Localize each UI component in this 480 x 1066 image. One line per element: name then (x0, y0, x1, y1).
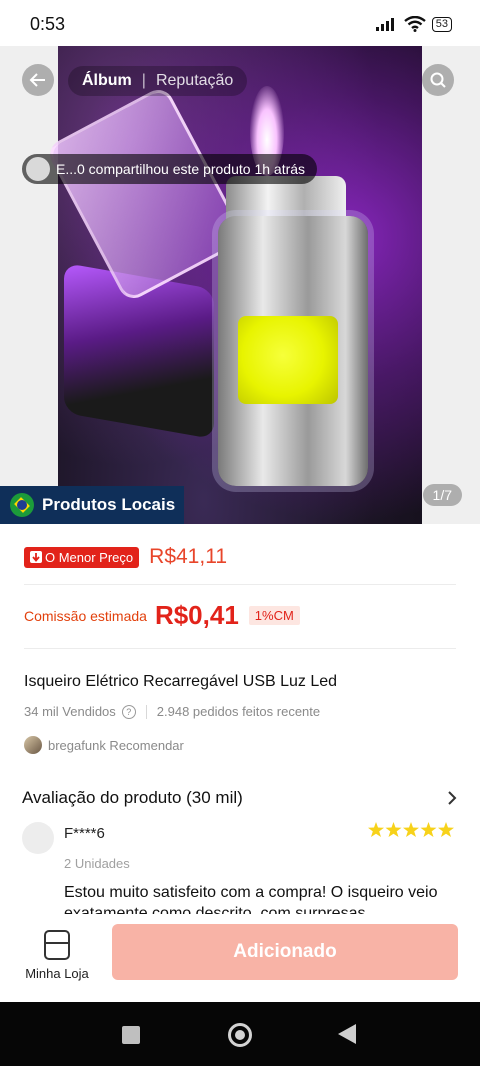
home-button[interactable] (228, 1023, 252, 1047)
recents-button[interactable] (122, 1026, 140, 1044)
brazil-flag-icon (10, 493, 34, 517)
lowest-price-label: O Menor Preço (45, 549, 134, 565)
review-rating (368, 822, 454, 843)
reviews-header[interactable]: Avaliação do produto (30 mil) (22, 788, 458, 808)
recent-orders: 2.948 pedidos feitos recente (156, 704, 321, 719)
tab-reputacao[interactable]: Reputação (156, 72, 233, 90)
image-led-panel (238, 316, 338, 404)
commission-badge: 1%CM (248, 606, 300, 625)
status-bar: 0:53 53 (0, 0, 480, 48)
review-text: Estou muito satisfeito com a compra! O i… (64, 884, 438, 916)
recommender-text: bregafunk Recomendar (48, 737, 184, 753)
avatar (26, 157, 50, 181)
search-icon (430, 72, 446, 88)
gallery-tabs: Álbum | Reputação (68, 66, 248, 96)
back-nav-button[interactable] (338, 1024, 356, 1044)
price-row: O Menor Preço R$41,11 (24, 545, 227, 569)
search-button[interactable] (422, 64, 454, 96)
separator (145, 704, 147, 719)
reviews-title: Avaliação do produto (30 mil) (22, 788, 243, 807)
commission-label: Comissão estimada (24, 607, 147, 624)
avatar (22, 822, 54, 854)
tab-album[interactable]: Álbum (82, 72, 132, 90)
share-notification: E...0 compartilhou este produto 1h atrás (22, 154, 318, 184)
lowest-price-badge: O Menor Preço (24, 546, 140, 568)
chevron-right-icon (448, 791, 457, 805)
image-page-indicator: 1/7 (422, 484, 462, 506)
product-title: Isqueiro Elétrico Recarregável USB Luz L… (24, 673, 338, 690)
product-gallery[interactable]: Álbum | Reputação E...0 compartilhou est… (0, 46, 480, 524)
bottom-action-bar: Minha Loja Adicionado (0, 914, 480, 1002)
wifi-icon (404, 16, 426, 32)
divider (24, 584, 456, 585)
my-store-label: Minha Loja (25, 966, 89, 981)
down-arrow-icon (30, 551, 42, 563)
share-text: E...0 compartilhou este produto 1h atrás (56, 161, 306, 177)
product-price: R$41,11 (149, 545, 227, 568)
info-icon[interactable]: ? (121, 704, 136, 719)
local-products-badge[interactable]: Produtos Locais (0, 486, 184, 524)
my-store-button[interactable]: Minha Loja (22, 930, 92, 981)
system-nav-bar (0, 1002, 480, 1066)
status-icons: 53 (375, 16, 452, 32)
sold-count: 34 mil Vendidos (24, 704, 116, 719)
back-button[interactable] (22, 64, 54, 96)
recommender-row[interactable]: bregafunk Recomendar (24, 736, 184, 754)
status-time: 0:53 (30, 14, 66, 34)
commission-row: Comissão estimada R$0,41 1%CM (24, 600, 300, 631)
added-button[interactable]: Adicionado (112, 924, 458, 980)
product-image[interactable] (44, 46, 422, 524)
reviewer-name: F****6 (64, 825, 105, 842)
sales-info: 34 mil Vendidos ? 2.948 pedidos feitos r… (24, 704, 320, 719)
avatar (24, 736, 42, 754)
store-icon (44, 930, 70, 960)
star-icon (368, 822, 454, 837)
divider (24, 648, 456, 649)
battery-icon: 53 (431, 16, 452, 32)
back-arrow-icon (29, 73, 45, 87)
review-variant: 2 Unidades (64, 856, 130, 871)
commission-value: R$0,41 (154, 600, 239, 630)
signal-icon (375, 18, 394, 31)
tab-separator: | (141, 72, 146, 89)
local-products-label: Produtos Locais (42, 495, 176, 514)
